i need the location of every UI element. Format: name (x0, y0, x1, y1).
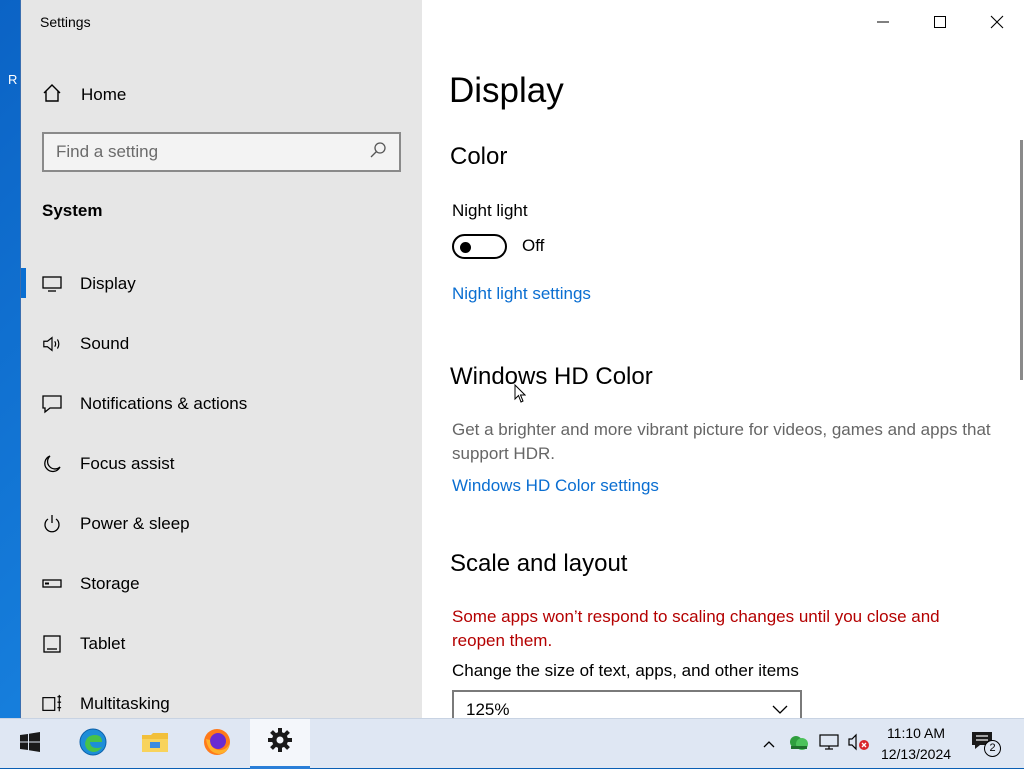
window-controls (854, 0, 1024, 44)
edge-icon (78, 727, 108, 762)
night-light-label: Night light (452, 201, 528, 220)
taskbar-firefox[interactable] (187, 719, 247, 769)
sidebar-item-tablet[interactable]: Tablet (21, 614, 422, 674)
sidebar-item-label: Power & sleep (80, 514, 190, 533)
chevron-down-icon (772, 700, 788, 718)
desktop-edge-text: R (8, 72, 18, 87)
hd-color-heading: Windows HD Color (450, 363, 653, 390)
speaker-icon (42, 334, 62, 354)
scale-layout-heading: Scale and layout (450, 550, 628, 577)
night-light-state: Off (522, 236, 545, 255)
sidebar-item-label: Sound (80, 334, 130, 353)
sidebar-item-multitasking[interactable]: Multitasking (21, 674, 422, 718)
mouse-pointer-icon (514, 383, 527, 409)
show-hidden-icons-button[interactable] (758, 719, 780, 769)
sidebar-item-label: Storage (80, 574, 140, 593)
home-label: Home (81, 85, 127, 104)
maximize-button[interactable] (911, 0, 968, 44)
multitasking-icon (42, 694, 62, 714)
app-title: Settings (40, 14, 91, 30)
network-button[interactable] (816, 719, 842, 769)
hd-color-description: Get a brighter and more vibrant picture … (452, 420, 991, 463)
sidebar-item-power-sleep[interactable]: Power & sleep (21, 494, 422, 554)
close-button[interactable] (968, 0, 1024, 44)
settings-window: Settings Home System Display (20, 0, 1024, 718)
scaling-warning: Some apps won’t respond to scaling chang… (452, 607, 940, 650)
page-title: Display (449, 71, 564, 110)
sidebar-item-label: Tablet (80, 634, 126, 653)
sidebar-item-label: Display (80, 274, 136, 293)
sidebar-item-label: Focus assist (80, 454, 175, 473)
sidebar-item-notifications[interactable]: Notifications & actions (21, 374, 422, 434)
scrollbar-thumb[interactable] (1020, 140, 1023, 380)
settings-gear-icon (267, 727, 293, 758)
notification-count-badge: 2 (984, 740, 1001, 757)
action-center-icon: 2 (971, 731, 1001, 757)
action-center-button[interactable]: 2 (966, 719, 1006, 769)
search-box (42, 132, 401, 172)
chevron-up-icon (763, 735, 775, 753)
display-settings-pane: Display Color Night light Off Night ligh… (422, 0, 1024, 718)
scale-size-label: Change the size of text, apps, and other… (452, 661, 799, 680)
sidebar-item-label: Multitasking (80, 694, 170, 713)
scale-dropdown[interactable]: 125% (452, 690, 802, 718)
search-input[interactable] (56, 142, 369, 162)
tablet-icon (42, 634, 62, 654)
settings-sidebar: Settings Home System Display (21, 0, 422, 718)
clock-time: 11:10 AM (886, 725, 946, 741)
tray-app-icon (788, 733, 810, 756)
home-icon (41, 82, 63, 109)
start-icon (20, 731, 40, 757)
toggle-knob (460, 241, 471, 253)
sidebar-item-focus-assist[interactable]: Focus assist (21, 434, 422, 494)
system-nav-list: Display Sound Notifications & actions Fo… (21, 254, 422, 718)
firefox-icon (202, 727, 232, 762)
start-button[interactable] (0, 719, 60, 769)
file-explorer-icon (141, 730, 169, 759)
night-light-toggle[interactable] (452, 234, 507, 259)
volume-muted-icon (847, 732, 871, 757)
scale-dropdown-value: 125% (466, 700, 510, 718)
storage-icon (42, 574, 62, 594)
taskbar-file-explorer[interactable] (125, 719, 185, 769)
home-nav-item[interactable]: Home (41, 82, 126, 108)
taskbar-edge[interactable] (63, 719, 123, 769)
search-icon[interactable] (369, 141, 387, 164)
sidebar-item-label: Notifications & actions (80, 394, 248, 413)
system-clock[interactable]: 11:10 AM 12/13/2024 (876, 723, 956, 765)
sidebar-item-display[interactable]: Display (21, 254, 422, 314)
sidebar-item-storage[interactable]: Storage (21, 554, 422, 614)
tray-app-button[interactable] (786, 719, 812, 769)
power-icon (42, 514, 62, 534)
hd-color-settings-link[interactable]: Windows HD Color settings (452, 476, 659, 496)
volume-button[interactable] (845, 719, 873, 769)
color-heading: Color (450, 143, 508, 170)
network-icon (818, 733, 840, 756)
minimize-button[interactable] (854, 0, 911, 44)
sidebar-item-sound[interactable]: Sound (21, 314, 422, 374)
moon-icon (42, 454, 62, 474)
monitor-icon (42, 274, 62, 294)
section-title-system: System (42, 201, 103, 220)
taskbar-settings[interactable] (250, 719, 310, 769)
clock-date: 12/13/2024 (880, 746, 952, 762)
night-light-settings-link[interactable]: Night light settings (452, 284, 591, 304)
notification-icon (42, 394, 62, 414)
taskbar: 11:10 AM 12/13/2024 2 (0, 718, 1024, 769)
